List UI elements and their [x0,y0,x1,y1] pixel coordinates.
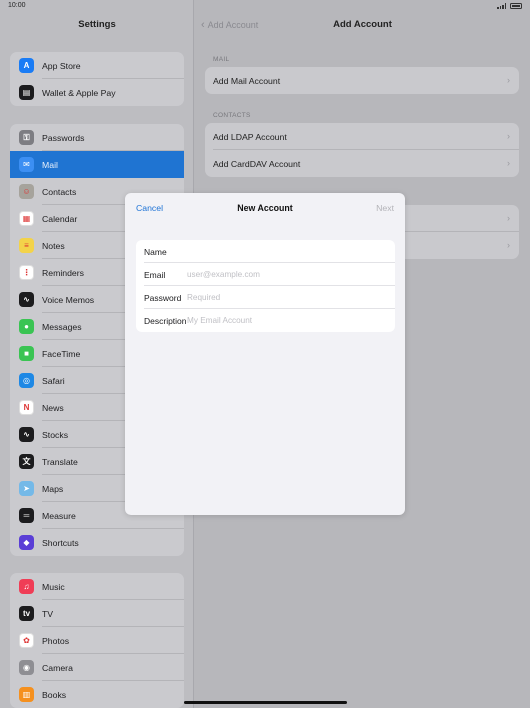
home-indicator [184,701,347,704]
books-icon: ▥ [19,687,34,702]
sidebar-item-label: Safari [42,375,65,386]
name-label: Name [144,246,167,257]
description-row: Description [136,309,395,332]
reminders-icon: ⋮ [19,265,34,280]
mail-group: Add Mail Account › [205,67,519,94]
music-icon: ♫ [19,579,34,594]
description-label: Description [144,315,187,326]
sidebar-item-label: Maps [42,483,64,494]
sidebar-item-label: News [42,402,64,413]
photos-icon: ✿ [19,633,34,648]
wallet-icon: ▤ [19,85,34,100]
status-time: 10:00 [8,2,26,9]
sidebar-item-label: Wallet & Apple Pay [42,87,116,98]
row-label: Add Mail Account [213,75,281,86]
page-title: Add Account [333,19,392,30]
sidebar-item-label: FaceTime [42,348,81,359]
sidebar-item-label: Translate [42,456,78,467]
sidebar-item-wallet-apple-pay[interactable]: ▤ Wallet & Apple Pay [10,79,184,106]
new-account-sheet: Cancel New Account Next Name Email Passw… [125,193,405,515]
sidebar-item-label: Music [42,581,65,592]
sidebar-item-label: Messages [42,321,82,332]
chevron-right-icon: › [507,213,510,223]
add-ldap-account-row[interactable]: Add LDAP Account › [205,123,519,150]
sidebar-group-store: A App Store ▤ Wallet & Apple Pay [10,52,184,106]
stocks-icon: ∿ [19,427,34,442]
contacts-group: Add LDAP Account › Add CardDAV Account › [205,123,519,177]
app-store-icon: A [19,58,34,73]
sidebar-item-passwords[interactable]: ⚿ Passwords [10,124,184,151]
messages-icon: ● [19,319,34,334]
sidebar-item-label: Camera [42,662,73,673]
mail-icon: ✉ [19,157,34,172]
contacts-section-header: CONTACTS [213,112,251,119]
sidebar-item-label: Notes [42,240,65,251]
notes-icon: ≡ [19,238,34,253]
safari-icon: ◎ [19,373,34,388]
sidebar-item-label: Contacts [42,186,77,197]
sidebar-item-label: Photos [42,635,70,646]
chevron-right-icon: › [507,240,510,250]
battery-icon [510,3,522,9]
sidebar-item-app-store[interactable]: A App Store [10,52,184,79]
password-label: Password [144,292,182,303]
chevron-right-icon: › [507,131,510,141]
mail-section-header: MAIL [213,56,230,63]
sidebar-item-label: Passwords [42,132,85,143]
sidebar-item-photos[interactable]: ✿ Photos [10,627,184,654]
email-label: Email [144,269,166,280]
sidebar-item-camera[interactable]: ◉ Camera [10,654,184,681]
news-icon: N [19,400,34,415]
facetime-icon: ■ [19,346,34,361]
row-label: Add LDAP Account [213,131,287,142]
chevron-right-icon: › [507,75,510,85]
sidebar-group-media: ♫ Music tv TV ✿ Photos ◉ Camera ▥ Books [10,573,184,708]
sidebar-item-books[interactable]: ▥ Books [10,681,184,708]
sidebar-item-tv[interactable]: tv TV [10,600,184,627]
sidebar-item-label: Shortcuts [42,537,79,548]
sidebar-item-shortcuts[interactable]: ◆ Shortcuts [10,529,184,556]
chevron-right-icon: › [507,158,510,168]
sidebar-item-label: App Store [42,60,81,71]
measure-icon: ═ [19,508,34,523]
password-input[interactable] [187,293,377,302]
sidebar-item-label: Measure [42,510,76,521]
voice-memos-icon: ∿ [19,292,34,307]
maps-icon: ➤ [19,481,34,496]
tv-icon: tv [19,606,34,621]
key-icon: ⚿ [19,130,34,145]
email-input[interactable] [187,270,377,279]
sidebar-item-label: Books [42,689,67,700]
calendar-icon: ▦ [19,211,34,226]
status-indicators [497,3,522,9]
sidebar-item-label: Calendar [42,213,78,224]
password-row: Password [136,286,395,309]
description-input[interactable] [187,316,377,325]
shortcuts-icon: ◆ [19,535,34,550]
add-carddav-account-row[interactable]: Add CardDAV Account › [205,150,519,177]
contacts-icon: ☺ [19,184,34,199]
sidebar-item-label: Mail [42,159,58,170]
account-form: Name Email Password Description [136,240,395,332]
email-row: Email [136,263,395,286]
sheet-title: New Account [237,203,293,213]
signal-icon [497,3,506,9]
sidebar-item-mail[interactable]: ✉ Mail [10,151,184,178]
next-button[interactable]: Next [376,203,394,213]
name-input[interactable] [187,247,377,256]
add-mail-account-row[interactable]: Add Mail Account › [205,67,519,94]
sidebar-item-music[interactable]: ♫ Music [10,573,184,600]
sidebar-item-label: Stocks [42,429,69,440]
sidebar-item-label: Voice Memos [42,294,95,305]
status-bar: 10:00 [0,0,530,12]
sidebar-item-label: TV [42,608,54,619]
translate-icon: 文 [19,454,34,469]
camera-icon: ◉ [19,660,34,675]
name-row: Name [136,240,395,263]
sidebar-title: Settings [78,19,116,30]
row-label: Add CardDAV Account [213,158,301,169]
sidebar-item-label: Reminders [42,267,85,278]
